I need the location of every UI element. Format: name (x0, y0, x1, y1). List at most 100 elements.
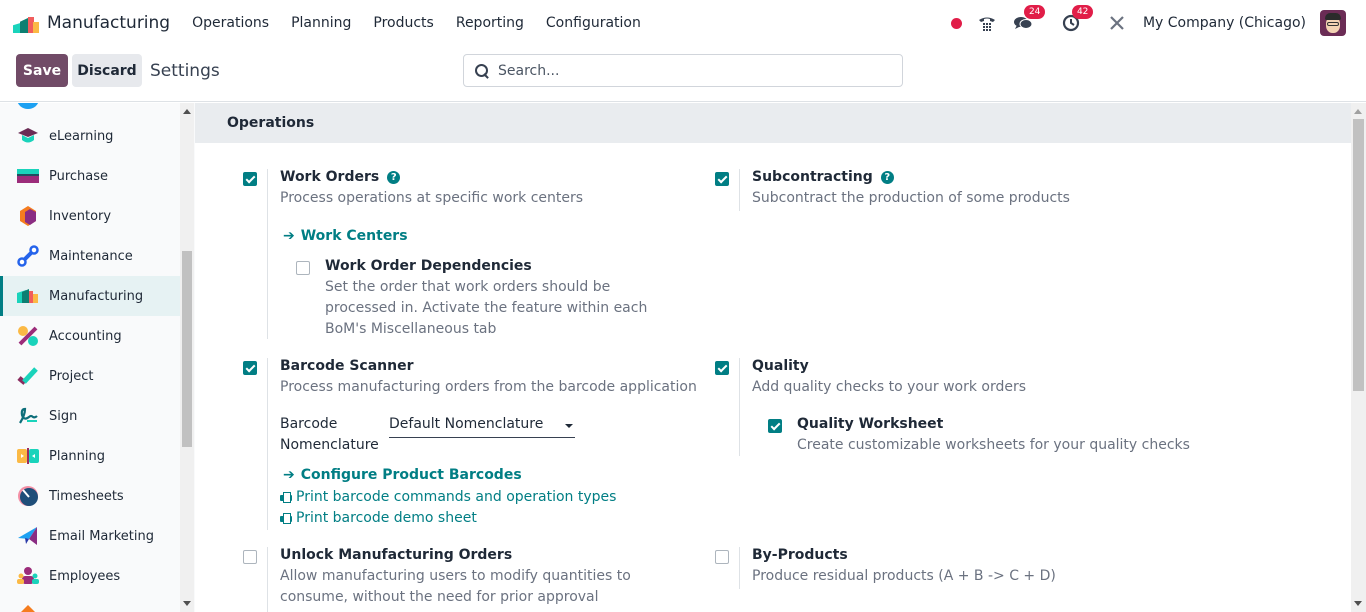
subcontracting-description: Subcontract the production of some produ… (752, 190, 1070, 206)
barcode-scanner-title: Barcode Scanner (280, 358, 414, 374)
sidebar-item-sign[interactable]: Sign (0, 396, 180, 436)
control-panel: Save Discard Settings (0, 46, 1366, 102)
arrow-right-icon: ➔ (283, 467, 295, 483)
barcode-nomenclature-label: Barcode Nomenclature (280, 416, 379, 453)
sidebar-item-project[interactable]: Project (0, 356, 180, 396)
sidebar-item-inventory[interactable]: Inventory (0, 196, 180, 236)
save-button[interactable]: Save (16, 54, 68, 87)
select-value: Default Nomenclature (389, 416, 544, 432)
elearning-icon (17, 125, 39, 147)
unlock-mo-checkbox[interactable] (243, 550, 257, 564)
status-dot-icon[interactable] (950, 17, 962, 29)
sidebar-label: Maintenance (49, 248, 133, 264)
app-brand[interactable]: Manufacturing (13, 13, 170, 33)
quality-title: Quality (752, 358, 809, 374)
sidebar-label: Purchase (49, 168, 109, 184)
scroll-up-arrow-icon[interactable] (1354, 109, 1362, 114)
work-orders-description: Process operations at specific work cent… (280, 190, 584, 206)
user-avatar[interactable] (1320, 10, 1346, 36)
manufacturing-logo-icon (13, 13, 39, 33)
sidebar-item-elearning[interactable]: eLearning (0, 116, 180, 156)
email-marketing-icon (17, 525, 39, 547)
scroll-down-arrow-icon[interactable] (183, 601, 191, 606)
print-barcode-commands-link[interactable]: Print barcode commands and operation typ… (280, 489, 616, 505)
sidebar-label: eLearning (49, 128, 114, 144)
sidebar-label: Planning (49, 448, 105, 464)
work-orders-title: Work Orders? (280, 169, 401, 185)
planning-icon (17, 445, 39, 467)
scroll-up-arrow-icon[interactable] (183, 109, 191, 114)
main-scrollbar-thumb[interactable] (1353, 119, 1364, 391)
printer-icon (280, 513, 292, 524)
section-title: Operations (195, 103, 1351, 143)
print-barcode-demo-link[interactable]: Print barcode demo sheet (280, 510, 477, 526)
activities-badge: 42 (1071, 5, 1094, 19)
tools-icon[interactable] (1107, 13, 1127, 33)
sidebar-item-purchase[interactable]: Purchase (0, 156, 180, 196)
unlock-mo-description: Allow manufacturing users to modify quan… (280, 568, 631, 605)
menu-products[interactable]: Products (373, 15, 433, 31)
scroll-down-arrow-icon[interactable] (1354, 601, 1362, 606)
work-order-dependencies-description: Set the order that work orders should be… (325, 279, 648, 337)
work-order-dependencies-checkbox[interactable] (296, 261, 310, 275)
menu-configuration[interactable]: Configuration (546, 15, 641, 31)
partial-app-icon (17, 103, 39, 109)
work-orders-checkbox[interactable] (243, 172, 257, 186)
partial-app-icon (20, 605, 36, 612)
divider (267, 358, 268, 530)
sidebar-item-accounting[interactable]: Accounting (0, 316, 180, 356)
sidebar-item-employees[interactable]: Employees (0, 556, 180, 596)
accounting-icon (17, 325, 39, 347)
barcode-nomenclature-select[interactable]: Default Nomenclature (389, 416, 575, 438)
sidebar-label: Employees (49, 568, 121, 584)
top-navbar: Manufacturing Operations Planning Produc… (0, 0, 1366, 46)
sidebar-label: Email Marketing (49, 528, 154, 544)
work-centers-link[interactable]: ➔ Work Centers (283, 228, 408, 244)
subcontracting-checkbox[interactable] (715, 172, 729, 186)
configure-product-barcodes-link[interactable]: ➔ Configure Product Barcodes (283, 467, 522, 483)
quality-checkbox[interactable] (715, 361, 729, 375)
sidebar-item-maintenance[interactable]: Maintenance (0, 236, 180, 276)
sidebar-item-email-marketing[interactable]: Email Marketing (0, 516, 180, 556)
search-box[interactable] (463, 54, 903, 87)
help-icon[interactable]: ? (387, 171, 401, 184)
main-menu: Operations Planning Products Reporting C… (192, 15, 663, 31)
help-icon[interactable]: ? (880, 171, 894, 184)
quality-worksheet-title: Quality Worksheet (797, 416, 944, 432)
sidebar-item-timesheets[interactable]: Timesheets (0, 476, 180, 516)
sidebar-label: Manufacturing (49, 288, 144, 304)
maintenance-icon (17, 245, 39, 267)
menu-planning[interactable]: Planning (291, 15, 351, 31)
by-products-title: By-Products (752, 547, 848, 563)
sidebar-scrollbar[interactable] (180, 103, 194, 612)
activities-clock-icon[interactable]: 42 (1061, 5, 1094, 33)
menu-reporting[interactable]: Reporting (456, 15, 524, 31)
sidebar-label: Project (49, 368, 94, 384)
divider (739, 169, 740, 211)
project-icon (17, 365, 39, 387)
by-products-checkbox[interactable] (715, 550, 729, 564)
messages-badge: 24 (1023, 5, 1046, 19)
quality-worksheet-description: Create customizable worksheets for your … (797, 437, 1190, 453)
main-scrollbar[interactable] (1351, 103, 1366, 612)
unlock-mo-title: Unlock Manufacturing Orders (280, 547, 513, 563)
sidebar-item-manufacturing[interactable]: Manufacturing (0, 276, 180, 316)
sidebar-label: Inventory (49, 208, 112, 224)
barcode-scanner-description: Process manufacturing orders from the ba… (280, 379, 697, 395)
sidebar-item-planning[interactable]: Planning (0, 436, 180, 476)
sidebar-scrollbar-thumb[interactable] (182, 251, 192, 447)
work-order-dependencies-title: Work Order Dependencies (325, 258, 532, 274)
systray: 24 42 My Company (Chicago) (950, 0, 1366, 46)
company-switcher[interactable]: My Company (Chicago) (1143, 15, 1306, 31)
quality-worksheet-checkbox[interactable] (768, 419, 782, 433)
search-input[interactable] (498, 62, 878, 79)
divider (267, 169, 268, 339)
divider (739, 358, 740, 456)
discard-button[interactable]: Discard (72, 54, 142, 87)
menu-operations[interactable]: Operations (192, 15, 269, 31)
messages-icon[interactable]: 24 (1013, 5, 1046, 33)
phone-icon[interactable] (977, 13, 997, 33)
barcode-scanner-checkbox[interactable] (243, 361, 257, 375)
search-icon (474, 63, 490, 79)
sign-icon (17, 405, 39, 427)
